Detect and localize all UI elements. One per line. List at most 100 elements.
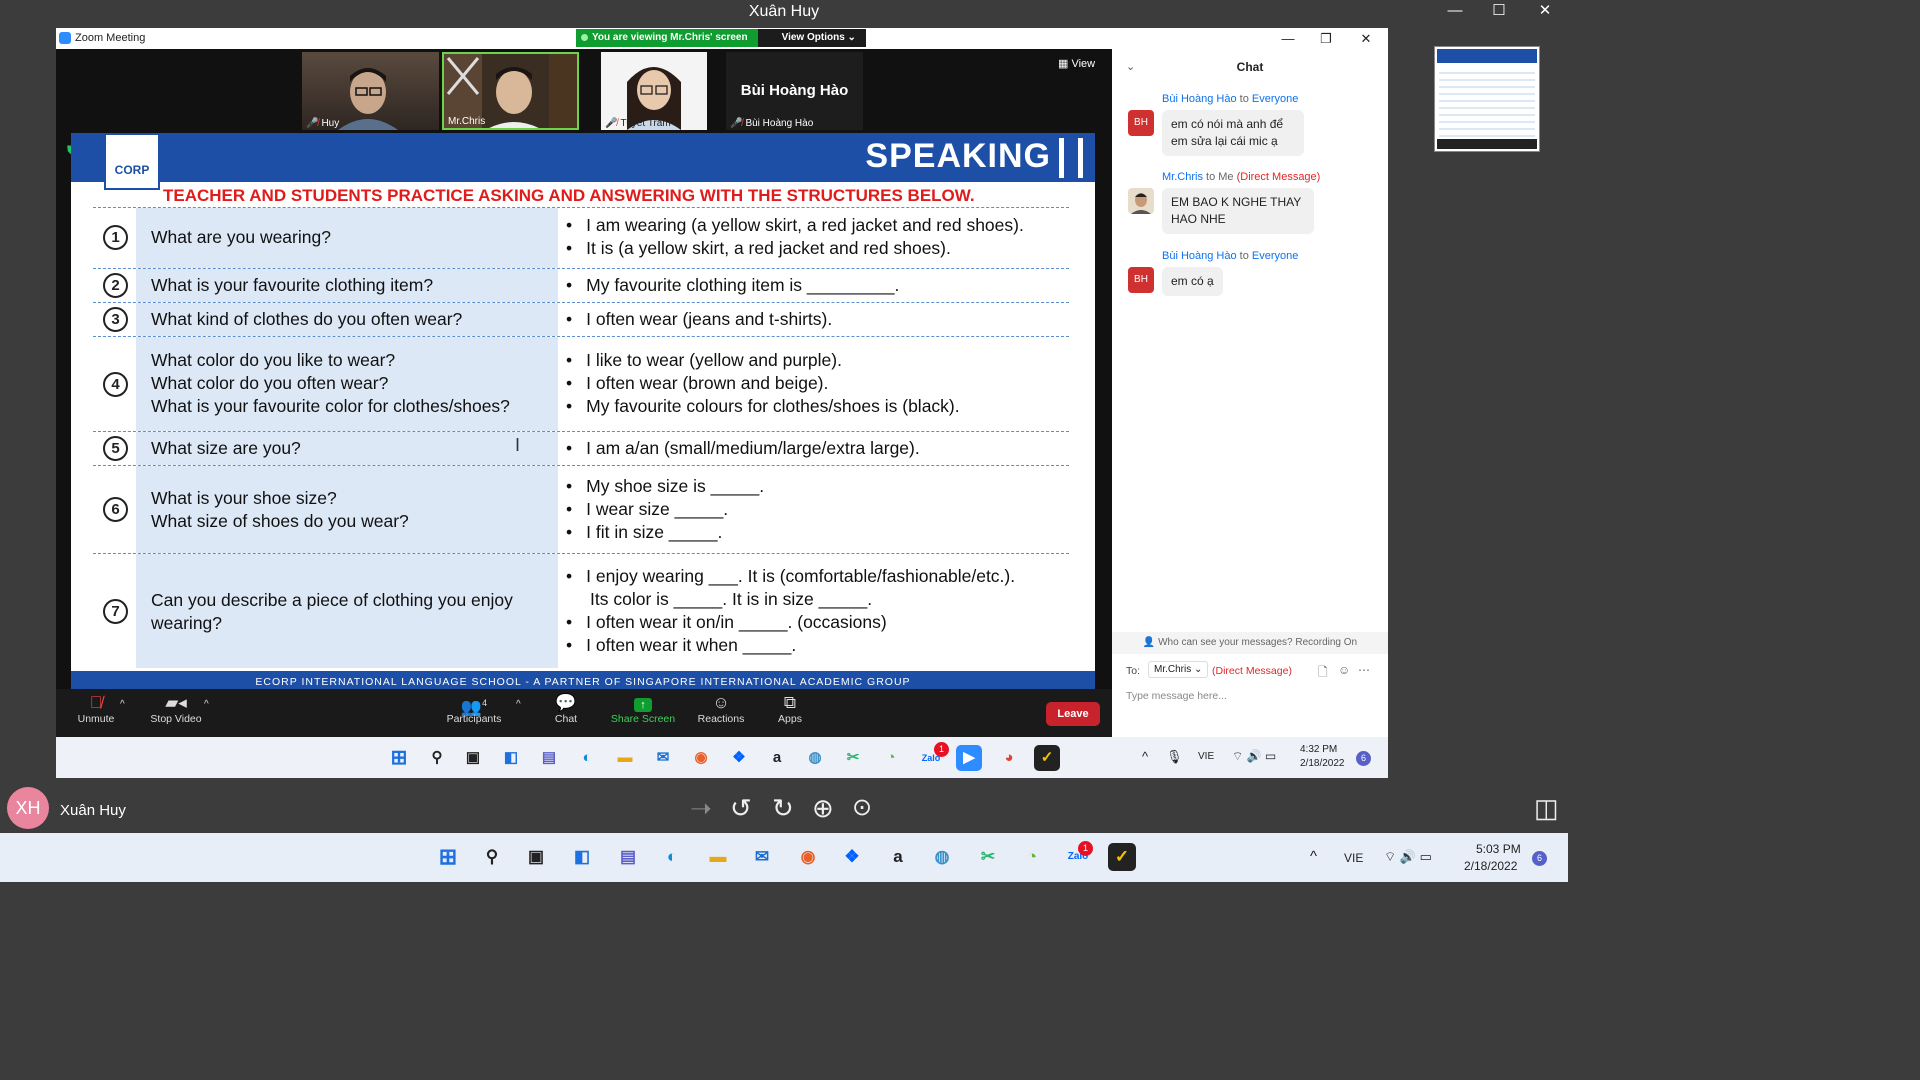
thumbnail-body (1439, 67, 1535, 137)
mail-icon[interactable]: ✉ (650, 745, 676, 771)
recipient-select[interactable]: Mr.Chris ⌄ (1148, 661, 1209, 678)
zoom-restore-icon[interactable]: ❐ (1306, 28, 1346, 49)
clock-app-icon[interactable]: ◔ (1018, 843, 1046, 871)
widgets-icon[interactable]: ◧ (498, 745, 524, 771)
apps-button[interactable]: ⧉ Apps (772, 693, 808, 725)
zoom-close-icon[interactable]: ✕ (1346, 28, 1386, 49)
message-bubble: EM BAO K NGHE THAY HAO NHE (1162, 188, 1314, 234)
muted-mic-icon: 🎤̸ (730, 118, 743, 129)
zoom-titlebar: Zoom Meeting You are viewing Mr.Chris' s… (56, 28, 1388, 49)
task-view-icon[interactable]: ▣ (460, 745, 486, 771)
language-indicator[interactable]: VIE (1344, 851, 1363, 865)
tasks-app-icon[interactable]: ✓ (1034, 745, 1060, 771)
mail-icon[interactable]: ✉ (748, 843, 776, 871)
language-indicator[interactable]: VIE (1198, 751, 1214, 762)
chrome-icon[interactable]: ◕ (996, 745, 1022, 771)
participants-label: Participants (446, 713, 502, 725)
chat-button[interactable]: 💬 Chat (546, 693, 586, 725)
network-icon[interactable]: ⌔ 🔊 ▭ (1384, 849, 1432, 865)
participants-button[interactable]: 👥4 Participants (442, 693, 506, 725)
task-view-icon[interactable]: ▣ (522, 843, 550, 871)
clock-date: 2/18/2022 (1300, 758, 1345, 769)
minimize-icon[interactable]: — (1432, 0, 1478, 24)
message-input[interactable]: Type message here... (1126, 690, 1227, 702)
dropbox-icon[interactable]: ❖ (838, 843, 866, 871)
teams-chat-icon[interactable]: ▤ (536, 745, 562, 771)
message-bubble: em có nói mà anh để em sửa lại cái mic ạ (1162, 110, 1304, 156)
video-tile-huy[interactable]: 🎤̸ Huy (302, 52, 439, 130)
thumbnail-footer (1437, 139, 1537, 149)
clock-app-icon[interactable]: ◔ (878, 745, 904, 771)
file-explorer-icon[interactable]: ▬ (704, 843, 732, 871)
view-options-button[interactable]: View Options ⌄ (757, 29, 866, 47)
apps-icon: ⧉ (783, 693, 797, 712)
snipping-tool-icon[interactable]: ✂ (840, 745, 866, 771)
windows-start-icon[interactable]: ⊞ (386, 745, 412, 771)
edge-icon[interactable]: ◐ (658, 843, 686, 871)
notification-badge[interactable]: 6 (1356, 751, 1371, 766)
rotate-left-icon[interactable]: ↺ (730, 793, 752, 824)
clock-time: 4:32 PM (1300, 744, 1338, 755)
leave-button[interactable]: Leave (1046, 702, 1100, 726)
screen-thumbnail[interactable] (1434, 46, 1540, 152)
amazon-icon[interactable]: a (764, 745, 790, 771)
globe-app-icon[interactable]: ◍ (802, 745, 828, 771)
video-tile-mr-chris[interactable]: Mr.Chris (442, 52, 579, 130)
chat-label: Chat (554, 713, 578, 725)
mic-tray-icon[interactable]: 🎙 (1166, 749, 1183, 765)
clock-date: 2/18/2022 (1464, 859, 1518, 873)
zoom-logo-icon (59, 32, 71, 44)
corp-logo-text: CORP (114, 163, 150, 177)
close-icon[interactable]: ✕ (1522, 0, 1568, 24)
maximize-icon[interactable]: ☐ (1476, 0, 1522, 24)
tray-overflow-icon[interactable]: ^ (1310, 848, 1317, 865)
zoom-in-icon[interactable]: ⊕ (812, 793, 834, 824)
video-tile-tuyet-tram[interactable]: 🎤̸ Tuyết Trâm (601, 52, 707, 130)
view-button[interactable]: ▦ View (1058, 57, 1095, 70)
reactions-button[interactable]: ☺ Reactions (692, 693, 750, 725)
audio-options-chevron-icon[interactable]: ^ (120, 699, 125, 710)
avatar: BH (1128, 267, 1154, 293)
reactions-label: Reactions (697, 713, 745, 725)
amazon-icon[interactable]: a (884, 843, 912, 871)
zoom-minimize-icon[interactable]: — (1268, 28, 1308, 49)
search-icon[interactable]: ⚲ (424, 745, 450, 771)
widgets-icon[interactable]: ◧ (568, 843, 596, 871)
rotate-right-icon[interactable]: ↻ (772, 793, 794, 824)
zoom-taskbar-icon[interactable]: ▶ (956, 745, 982, 771)
actual-size-icon[interactable]: ⊙ (852, 793, 872, 822)
snipping-tool-icon[interactable]: ✂ (974, 843, 1002, 871)
file-explorer-icon[interactable]: ▬ (612, 745, 638, 771)
stop-video-button[interactable]: ▰◂ Stop Video (146, 693, 206, 725)
tasks-app-icon[interactable]: ✓ (1108, 843, 1136, 871)
video-tile-bui-hoang-hao[interactable]: Bùi Hoàng Hào 🎤̸ Bùi Hoàng Hào (726, 52, 863, 130)
participants-chevron-icon[interactable]: ^ (516, 699, 521, 710)
share-screen-button[interactable]: ↑ Share Screen (608, 693, 678, 725)
unmute-button[interactable]: 🎙̸ Unmute (72, 693, 120, 725)
teams-chat-icon[interactable]: ▤ (614, 843, 642, 871)
split-view-icon[interactable]: ◫ (1534, 793, 1559, 824)
answer-list: My shoe size is _____.I wear size _____.… (566, 475, 764, 544)
notification-badge[interactable]: 6 (1532, 851, 1547, 866)
windows-start-icon[interactable]: ⊞ (434, 843, 462, 871)
slide-header: SPEAKING (71, 133, 1095, 182)
message-header: Bùi Hoàng Hào to Everyone (1162, 250, 1299, 262)
more-icon[interactable]: ⋯ (1358, 663, 1370, 677)
firefox-icon[interactable]: ◉ (794, 843, 822, 871)
network-icon[interactable]: ⌔ 🔊 ▭ (1232, 749, 1276, 764)
dropbox-icon[interactable]: ❖ (726, 745, 752, 771)
globe-app-icon[interactable]: ◍ (928, 843, 956, 871)
search-icon[interactable]: ⚲ (478, 843, 506, 871)
forward-arrow-icon[interactable]: ➝ (690, 793, 712, 824)
tray-overflow-icon[interactable]: ^ (1142, 749, 1148, 764)
chat-title: Chat (1236, 60, 1264, 74)
edge-icon[interactable]: ◐ (574, 745, 600, 771)
clock-time: 5:03 PM (1476, 842, 1521, 856)
who-can-see-link[interactable]: 👤 Who can see your messages? Recording O… (1112, 632, 1388, 654)
emoji-icon[interactable]: ☺ (1338, 663, 1350, 677)
file-icon[interactable]: 🗋 (1318, 663, 1328, 684)
question-text: What color do you like to wear? What colo… (151, 350, 510, 416)
apps-label: Apps (778, 713, 802, 725)
firefox-icon[interactable]: ◉ (688, 745, 714, 771)
video-options-chevron-icon[interactable]: ^ (204, 699, 209, 710)
